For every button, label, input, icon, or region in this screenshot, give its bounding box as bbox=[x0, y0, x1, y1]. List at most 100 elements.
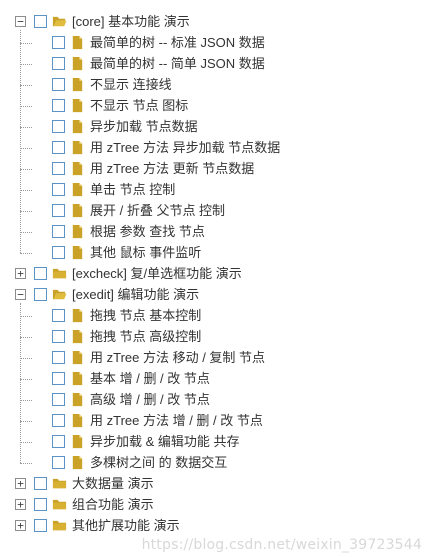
node-checkbox[interactable] bbox=[52, 435, 65, 448]
document-icon bbox=[72, 308, 83, 323]
tree-node-label[interactable]: 多棵树之间 的 数据交互 bbox=[90, 455, 227, 471]
tree-node-label[interactable]: 用 zTree 方法 异步加载 节点数据 bbox=[90, 140, 280, 156]
tree-node-leaf[interactable]: 最简单的树 -- 简单 JSON 数据 bbox=[0, 54, 432, 75]
folder-closed-icon bbox=[52, 478, 67, 489]
node-checkbox[interactable] bbox=[34, 477, 47, 490]
tree-node-label[interactable]: 其他 鼠标 事件监听 bbox=[90, 245, 201, 261]
plus-switch-icon[interactable]: + bbox=[15, 520, 26, 531]
document-icon bbox=[72, 245, 83, 260]
tree-node-leaf[interactable]: 用 zTree 方法 更新 节点数据 bbox=[0, 159, 432, 180]
tree-node-label[interactable]: 异步加载 & 编辑功能 共存 bbox=[90, 434, 240, 450]
node-checkbox[interactable] bbox=[52, 36, 65, 49]
tree-node-label[interactable]: 展开 / 折叠 父节点 控制 bbox=[90, 203, 225, 219]
tree-node-parent[interactable]: + 组合功能 演示 bbox=[0, 495, 432, 516]
tree-node-label[interactable]: 用 zTree 方法 更新 节点数据 bbox=[90, 161, 254, 177]
tree-node-leaf[interactable]: 多棵树之间 的 数据交互 bbox=[0, 453, 432, 474]
node-checkbox[interactable] bbox=[52, 225, 65, 238]
document-icon bbox=[72, 56, 83, 71]
node-checkbox[interactable] bbox=[52, 414, 65, 427]
tree-connector bbox=[20, 211, 32, 212]
document-icon bbox=[72, 392, 83, 407]
tree-node-leaf[interactable]: 用 zTree 方法 增 / 删 / 改 节点 bbox=[0, 411, 432, 432]
minus-switch-icon[interactable]: − bbox=[15, 16, 26, 27]
tree-connector bbox=[20, 127, 32, 128]
tree-node-leaf[interactable]: 单击 节点 控制 bbox=[0, 180, 432, 201]
tree-connector bbox=[20, 316, 32, 317]
node-checkbox[interactable] bbox=[52, 393, 65, 406]
tree-node-leaf[interactable]: 基本 增 / 删 / 改 节点 bbox=[0, 369, 432, 390]
tree-node-label[interactable]: [exedit] 编辑功能 演示 bbox=[72, 287, 199, 303]
document-icon bbox=[72, 140, 83, 155]
tree-node-leaf[interactable]: 不显示 连接线 bbox=[0, 75, 432, 96]
tree-node-label[interactable]: 组合功能 演示 bbox=[72, 497, 154, 513]
folder-open-icon bbox=[52, 289, 67, 300]
node-checkbox[interactable] bbox=[34, 267, 47, 280]
tree-node-label[interactable]: 高级 增 / 删 / 改 节点 bbox=[90, 392, 210, 408]
tree-node-label[interactable]: 单击 节点 控制 bbox=[90, 182, 175, 198]
document-icon bbox=[72, 413, 83, 428]
plus-switch-icon[interactable]: + bbox=[15, 478, 26, 489]
tree-node-label[interactable]: 异步加载 节点数据 bbox=[90, 119, 198, 135]
watermark: https://blog.csdn.net/weixin_39723544 bbox=[141, 537, 422, 553]
tree-node-label[interactable]: 最简单的树 -- 标准 JSON 数据 bbox=[90, 35, 265, 51]
tree-node-label[interactable]: 大数据量 演示 bbox=[72, 476, 154, 492]
minus-switch-icon[interactable]: − bbox=[15, 289, 26, 300]
node-checkbox[interactable] bbox=[52, 78, 65, 91]
node-checkbox[interactable] bbox=[52, 330, 65, 343]
document-icon bbox=[72, 203, 83, 218]
tree-node-leaf[interactable]: 用 zTree 方法 移动 / 复制 节点 bbox=[0, 348, 432, 369]
tree-connector bbox=[20, 64, 32, 65]
node-checkbox[interactable] bbox=[34, 288, 47, 301]
tree-node-parent[interactable]: + 大数据量 演示 bbox=[0, 474, 432, 495]
node-checkbox[interactable] bbox=[52, 246, 65, 259]
node-checkbox[interactable] bbox=[52, 120, 65, 133]
node-checkbox[interactable] bbox=[52, 99, 65, 112]
document-icon bbox=[72, 371, 83, 386]
node-checkbox[interactable] bbox=[52, 162, 65, 175]
plus-switch-icon[interactable]: + bbox=[15, 268, 26, 279]
tree-node-leaf[interactable]: 异步加载 节点数据 bbox=[0, 117, 432, 138]
node-checkbox[interactable] bbox=[52, 57, 65, 70]
tree-node-parent[interactable]: − [core] 基本功能 演示 bbox=[0, 12, 432, 33]
tree-node-label[interactable]: 拖拽 节点 基本控制 bbox=[90, 308, 201, 324]
tree-node-label[interactable]: 用 zTree 方法 增 / 删 / 改 节点 bbox=[90, 413, 263, 429]
tree-node-label[interactable]: 不显示 连接线 bbox=[90, 77, 172, 93]
tree-node-leaf[interactable]: 根据 参数 查找 节点 bbox=[0, 222, 432, 243]
tree-node-leaf[interactable]: 拖拽 节点 基本控制 bbox=[0, 306, 432, 327]
plus-switch-icon[interactable]: + bbox=[15, 499, 26, 510]
folder-closed-icon bbox=[52, 499, 67, 510]
node-checkbox[interactable] bbox=[52, 141, 65, 154]
tree-node-label[interactable]: 其他扩展功能 演示 bbox=[72, 518, 180, 534]
node-checkbox[interactable] bbox=[52, 456, 65, 469]
document-icon bbox=[72, 35, 83, 50]
tree-node-leaf[interactable]: 异步加载 & 编辑功能 共存 bbox=[0, 432, 432, 453]
node-checkbox[interactable] bbox=[34, 519, 47, 532]
tree-node-leaf[interactable]: 展开 / 折叠 父节点 控制 bbox=[0, 201, 432, 222]
tree-node-label[interactable]: 最简单的树 -- 简单 JSON 数据 bbox=[90, 56, 265, 72]
document-icon bbox=[72, 434, 83, 449]
node-checkbox[interactable] bbox=[34, 15, 47, 28]
tree-node-parent[interactable]: + 其他扩展功能 演示 bbox=[0, 516, 432, 537]
node-checkbox[interactable] bbox=[52, 309, 65, 322]
tree-node-leaf[interactable]: 最简单的树 -- 标准 JSON 数据 bbox=[0, 33, 432, 54]
tree-node-label[interactable]: 用 zTree 方法 移动 / 复制 节点 bbox=[90, 350, 265, 366]
tree-node-leaf[interactable]: 不显示 节点 图标 bbox=[0, 96, 432, 117]
tree-node-parent[interactable]: − [exedit] 编辑功能 演示 bbox=[0, 285, 432, 306]
tree-node-leaf[interactable]: 高级 增 / 删 / 改 节点 bbox=[0, 390, 432, 411]
node-checkbox[interactable] bbox=[34, 498, 47, 511]
tree-node-label[interactable]: 拖拽 节点 高级控制 bbox=[90, 329, 201, 345]
tree-node-leaf[interactable]: 用 zTree 方法 异步加载 节点数据 bbox=[0, 138, 432, 159]
node-checkbox[interactable] bbox=[52, 183, 65, 196]
node-checkbox[interactable] bbox=[52, 351, 65, 364]
tree-node-leaf[interactable]: 其他 鼠标 事件监听 bbox=[0, 243, 432, 264]
tree-node-label[interactable]: 根据 参数 查找 节点 bbox=[90, 224, 205, 240]
tree-node-label[interactable]: [core] 基本功能 演示 bbox=[72, 14, 190, 30]
tree-node-parent[interactable]: + [excheck] 复/单选框功能 演示 bbox=[0, 264, 432, 285]
tree-node-label[interactable]: [excheck] 复/单选框功能 演示 bbox=[72, 266, 242, 282]
document-icon bbox=[72, 161, 83, 176]
tree-node-label[interactable]: 不显示 节点 图标 bbox=[90, 98, 188, 114]
node-checkbox[interactable] bbox=[52, 204, 65, 217]
tree-node-leaf[interactable]: 拖拽 节点 高级控制 bbox=[0, 327, 432, 348]
node-checkbox[interactable] bbox=[52, 372, 65, 385]
tree-node-label[interactable]: 基本 增 / 删 / 改 节点 bbox=[90, 371, 210, 387]
